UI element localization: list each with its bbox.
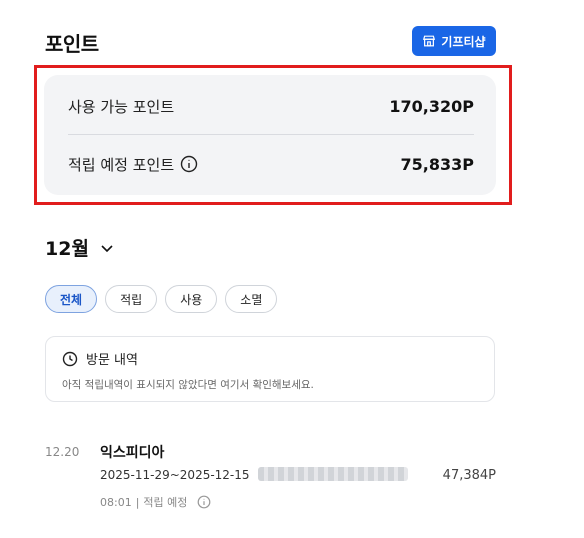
gifti-shop-label: 기프티샵 <box>441 34 486 49</box>
filter-chips: 전체 적립 사용 소멸 <box>45 285 278 313</box>
points-summary-card: 사용 가능 포인트 170,320P 적립 예정 포인트 75,833P <box>44 75 496 195</box>
expected-points-row: 적립 예정 포인트 75,833P <box>68 149 474 179</box>
transaction-date: 12.20 <box>45 445 80 459</box>
gift-shop-icon <box>423 35 436 47</box>
info-icon[interactable] <box>197 495 211 509</box>
transaction-status: 적립 예정 <box>143 496 188 509</box>
available-points-value: 170,320P <box>389 96 474 116</box>
transaction-amount: 47,384P <box>442 468 496 483</box>
gifti-shop-button[interactable]: 기프티샵 <box>412 26 496 56</box>
visit-history-title: 방문 내역 <box>86 353 138 368</box>
page-title: 포인트 <box>45 32 99 56</box>
filter-chip-expire[interactable]: 소멸 <box>225 285 278 313</box>
points-divider <box>68 134 474 135</box>
filter-chip-use[interactable]: 사용 <box>165 285 218 313</box>
visit-history-description: 아직 적립내역이 표시되지 않았다면 여기서 확인해보세요. <box>62 379 314 391</box>
blurred-details <box>258 467 408 481</box>
chevron-down-icon <box>101 244 113 252</box>
transaction-time: 08:01 <box>100 495 132 509</box>
transaction-period: 2025-11-29~2025-12-15 <box>100 468 250 482</box>
clock-icon <box>62 351 78 366</box>
transaction-meta: 08:01 | 적립 예정 <box>100 494 211 510</box>
expected-points-label-group: 적립 예정 포인트 <box>68 154 198 175</box>
month-selector[interactable]: 12월 <box>45 234 115 261</box>
expected-points-value: 75,833P <box>400 154 474 174</box>
info-icon[interactable] <box>180 155 198 173</box>
expected-points-label: 적립 예정 포인트 <box>68 155 175 174</box>
meta-separator: | <box>135 495 140 509</box>
visit-history-card[interactable]: 방문 내역 아직 적립내역이 표시되지 않았다면 여기서 확인해보세요. <box>45 336 495 402</box>
filter-chip-all[interactable]: 전체 <box>45 285 98 313</box>
transaction-name: 익스피디아 <box>100 445 165 461</box>
visit-history-title-group: 방문 내역 <box>62 349 138 368</box>
filter-chip-earn[interactable]: 적립 <box>105 285 158 313</box>
available-points-label: 사용 가능 포인트 <box>68 97 175 116</box>
month-label: 12월 <box>45 238 89 260</box>
available-points-row: 사용 가능 포인트 170,320P <box>68 91 474 121</box>
